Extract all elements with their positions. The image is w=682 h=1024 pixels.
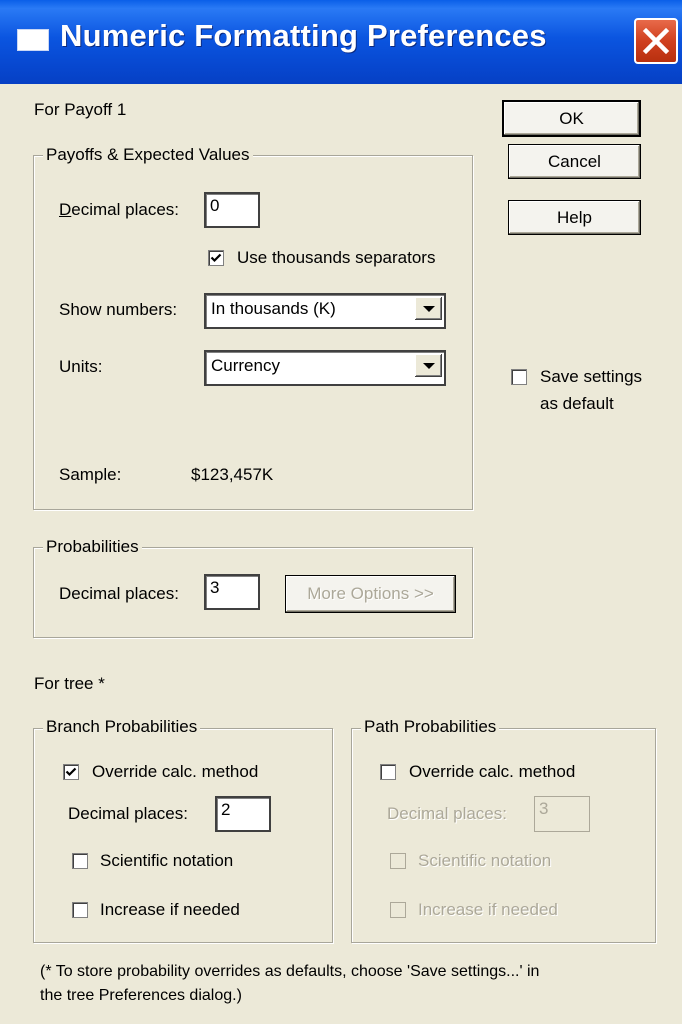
ok-button[interactable]: OK [502, 100, 641, 137]
path-increase-checkbox[interactable] [390, 902, 406, 918]
branch-override-label: Override calc. method [92, 762, 259, 781]
payoffs-group-title: Payoffs & Expected Values [43, 145, 253, 165]
branch-probabilities-group-title: Branch Probabilities [43, 717, 201, 737]
use-thousands-checkbox[interactable] [208, 250, 224, 266]
save-settings-label-line2: as default [540, 394, 614, 413]
path-scientific-checkbox[interactable] [390, 853, 406, 869]
close-button[interactable] [634, 18, 678, 64]
branch-override-checkbox[interactable] [63, 764, 79, 780]
help-button[interactable]: Help [508, 200, 641, 235]
path-override-label: Override calc. method [409, 762, 576, 781]
branch-increase-checkbox[interactable] [72, 902, 88, 918]
branch-increase-label: Increase if needed [100, 900, 240, 919]
close-icon [642, 27, 670, 55]
save-settings-label-line1: Save settings [540, 367, 643, 386]
payoff-decimal-places-input[interactable]: 0 [204, 192, 260, 228]
show-numbers-select[interactable]: In thousands (K) [204, 293, 446, 329]
chevron-down-icon[interactable] [415, 354, 442, 377]
window-title: Numeric Formatting Preferences [60, 18, 547, 53]
more-options-button[interactable]: More Options >> [285, 575, 456, 613]
show-numbers-value: In thousands (K) [211, 299, 336, 318]
probabilities-group-title: Probabilities [43, 537, 142, 557]
cancel-button[interactable]: Cancel [508, 144, 641, 179]
footnote-line2: the tree Preferences dialog.) [40, 987, 242, 1004]
tree-heading: For tree * [34, 674, 105, 693]
path-decimal-places-label: Decimal places: [387, 804, 507, 823]
payoff-decimal-places-label: Decimal places: [59, 200, 179, 219]
units-label: Units: [59, 357, 103, 376]
path-override-checkbox[interactable] [380, 764, 396, 780]
path-probabilities-group-title: Path Probabilities [361, 717, 500, 737]
window-icon [18, 30, 48, 50]
payoff-heading: For Payoff 1 [34, 100, 127, 119]
footnote-line1: (* To store probability overrides as def… [40, 963, 540, 980]
dialog-window: Numeric Formatting Preferences For Payof… [0, 0, 682, 1024]
show-numbers-label: Show numbers: [59, 300, 178, 319]
save-settings-checkbox[interactable] [511, 369, 527, 385]
probabilities-decimal-places-input[interactable]: 3 [204, 574, 260, 610]
probabilities-decimal-places-label: Decimal places: [59, 584, 179, 603]
title-bar[interactable]: Numeric Formatting Preferences [0, 0, 682, 84]
path-decimal-places-input[interactable]: 3 [534, 796, 590, 832]
branch-scientific-label: Scientific notation [100, 851, 234, 870]
units-value: Currency [211, 356, 280, 375]
chevron-down-icon[interactable] [415, 297, 442, 320]
checkmark-icon [210, 253, 222, 263]
checkmark-icon [65, 767, 77, 777]
path-scientific-label: Scientific notation [418, 851, 552, 870]
branch-decimal-places-label: Decimal places: [68, 804, 188, 823]
sample-value: $123,457K [191, 465, 274, 484]
units-select[interactable]: Currency [204, 350, 446, 386]
path-increase-label: Increase if needed [418, 900, 558, 919]
sample-label: Sample: [59, 465, 122, 484]
branch-decimal-places-input[interactable]: 2 [215, 796, 271, 832]
branch-scientific-checkbox[interactable] [72, 853, 88, 869]
use-thousands-label: Use thousands separators [237, 248, 436, 267]
